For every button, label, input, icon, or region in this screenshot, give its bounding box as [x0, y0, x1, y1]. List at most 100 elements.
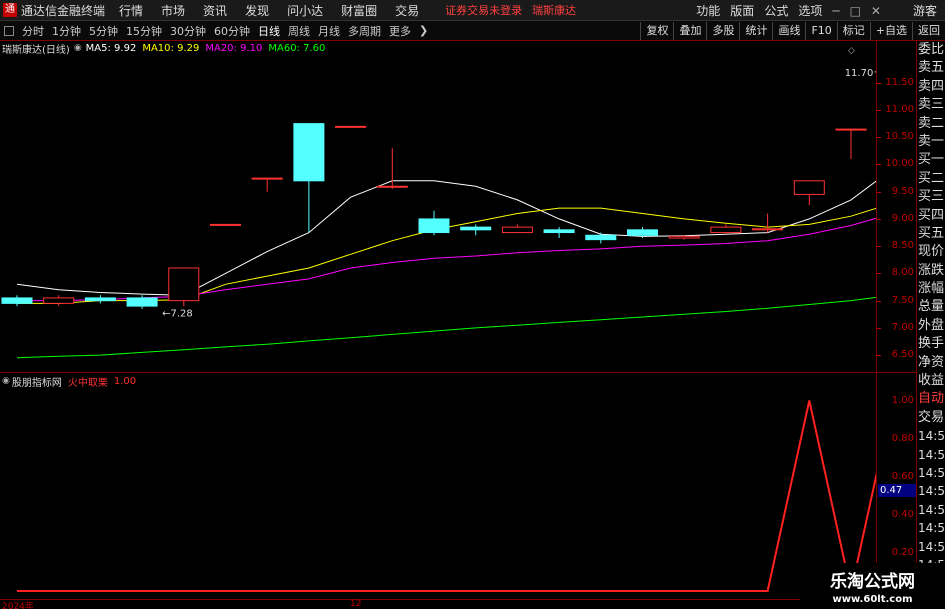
high-price-label: 11.70: [845, 68, 874, 79]
price-tick-mark: [877, 273, 881, 275]
candle-body[interactable]: [1, 297, 33, 304]
date-label-year: 2024年: [2, 602, 34, 609]
candle-body[interactable]: [460, 226, 492, 231]
menu-layout[interactable]: 版面: [730, 2, 754, 19]
multi-stock-button[interactable]: 多股: [706, 22, 739, 40]
side-panel-label: 换手: [918, 336, 945, 352]
period-intraday[interactable]: 分时: [22, 23, 44, 39]
period-15min[interactable]: 15分钟: [126, 23, 162, 39]
side-panel-label: 卖五: [918, 60, 945, 76]
candle-body[interactable]: [418, 218, 450, 234]
maximize-icon[interactable]: □: [850, 4, 861, 18]
side-panel-label: 涨跌: [918, 262, 945, 278]
price-tick-mark: [877, 300, 881, 302]
candle-body[interactable]: [251, 177, 283, 180]
side-panel-label: 买五: [918, 225, 945, 241]
indicator-tick: 0.20: [891, 546, 914, 558]
candle-body[interactable]: [210, 223, 241, 226]
menu-bar: 通 通达信金融终端 行情 市场 资讯 发现 问小达 财富圈 交易 证券交易未登录…: [0, 0, 945, 21]
period-more[interactable]: 更多: [389, 23, 411, 39]
layout-toggle-icon[interactable]: [4, 25, 14, 36]
candle-body[interactable]: [43, 297, 75, 304]
side-panel-label: 14:56: [918, 484, 945, 499]
menu-options[interactable]: 选项: [798, 2, 822, 19]
candle-body[interactable]: [585, 234, 617, 241]
side-panel-label: 现价: [918, 244, 945, 260]
period-30min[interactable]: 30分钟: [170, 23, 206, 39]
candlestick-chart[interactable]: 11.70←7.28◇: [0, 41, 876, 372]
back-button[interactable]: 返回: [912, 22, 945, 40]
side-panel-label: 委比: [918, 42, 945, 57]
trade-login-notice[interactable]: 证券交易未登录: [445, 2, 522, 18]
candle-body[interactable]: [376, 185, 408, 188]
candle-body[interactable]: [335, 125, 367, 128]
candle-body[interactable]: [710, 226, 742, 234]
candle-body[interactable]: [501, 226, 533, 234]
price-tick: 11.50: [885, 76, 914, 88]
price-tick-mark: [877, 246, 881, 248]
menu-ask-assistant[interactable]: 问小达: [287, 2, 323, 19]
watermark-title: 乐淘公式网: [830, 572, 915, 592]
menu-news[interactable]: 资讯: [203, 2, 227, 19]
menu-formula[interactable]: 公式: [764, 2, 788, 19]
candle-body[interactable]: [293, 123, 325, 182]
period-5min[interactable]: 5分钟: [89, 23, 118, 39]
low-price-label: ←7.28: [162, 309, 193, 320]
guest-user-label[interactable]: 游客: [913, 2, 937, 19]
menubar-right: 功能 版面 公式 选项 ─ □ ✕ 游客: [686, 0, 945, 21]
candle-body[interactable]: [543, 229, 575, 234]
candle-body[interactable]: [627, 229, 658, 236]
expand-circle-icon[interactable]: ◉: [2, 376, 10, 386]
price-axis: 11.50 11.00 10.50 10.00 9.50 9.00 8.50 8.00 7.50…: [876, 41, 916, 372]
mark-button[interactable]: 标记: [836, 22, 870, 40]
side-panel-label[interactable]: 交易: [917, 409, 945, 427]
period-weekly[interactable]: 周线: [288, 23, 310, 39]
menu-market[interactable]: 市场: [161, 2, 185, 19]
f10-button[interactable]: F10: [805, 22, 836, 40]
menu-wealth-circle[interactable]: 财富圈: [341, 2, 377, 19]
close-icon[interactable]: ✕: [871, 4, 881, 18]
price-tick: 10.00: [885, 158, 914, 170]
menu-discover[interactable]: 发现: [245, 2, 269, 19]
period-multi[interactable]: 多周期: [348, 23, 381, 39]
candle-body[interactable]: [168, 267, 200, 302]
minimize-icon[interactable]: ─: [832, 4, 839, 18]
cursor-value-label: 0.47: [878, 484, 916, 497]
app-logo-icon: 通: [3, 3, 17, 17]
candle-body[interactable]: [84, 297, 116, 302]
price-tick: 10.50: [885, 131, 914, 143]
candle-body[interactable]: [752, 228, 784, 231]
adjust-price-button[interactable]: 复权: [640, 22, 673, 40]
candle-body[interactable]: [668, 235, 700, 239]
side-panel-label[interactable]: 自动: [917, 390, 945, 408]
candle-body[interactable]: [126, 297, 158, 307]
menu-functions[interactable]: 功能: [696, 2, 720, 19]
price-tick: 8.00: [891, 267, 914, 279]
candle-body[interactable]: [835, 128, 867, 131]
add-watchlist-button[interactable]: +自选: [869, 22, 912, 40]
expand-circle-icon[interactable]: ◉: [74, 43, 82, 53]
period-daily[interactable]: 日线: [258, 23, 280, 39]
side-panel-label: 14:56: [918, 521, 945, 536]
price-tick-mark: [877, 191, 881, 193]
chevron-right-icon[interactable]: ❯: [419, 24, 428, 37]
draw-line-button[interactable]: 画线: [772, 22, 805, 40]
ma10-label: MA10: 9.29: [142, 42, 200, 54]
menu-market-quotes[interactable]: 行情: [119, 2, 143, 19]
period-monthly[interactable]: 月线: [318, 23, 340, 39]
price-tick: 6.50: [891, 349, 914, 361]
period-60min[interactable]: 60分钟: [214, 23, 250, 39]
menu-trade[interactable]: 交易: [395, 2, 419, 19]
candle-body[interactable]: [793, 180, 825, 195]
price-tick: 8.50: [891, 240, 914, 252]
indicator-chart[interactable]: [0, 373, 876, 599]
statistics-button[interactable]: 统计: [739, 22, 772, 40]
period-1min[interactable]: 1分钟: [52, 23, 81, 39]
price-tick: 7.50: [891, 294, 914, 306]
ma5-label: MA5: 9.92: [85, 42, 137, 54]
date-label-month: 12: [350, 599, 362, 609]
side-panel-label: 卖四: [918, 78, 945, 94]
app-title: 通达信金融终端: [21, 3, 106, 18]
overlay-button[interactable]: 叠加: [673, 22, 706, 40]
watermark-url: www.60lt.com: [832, 594, 913, 605]
